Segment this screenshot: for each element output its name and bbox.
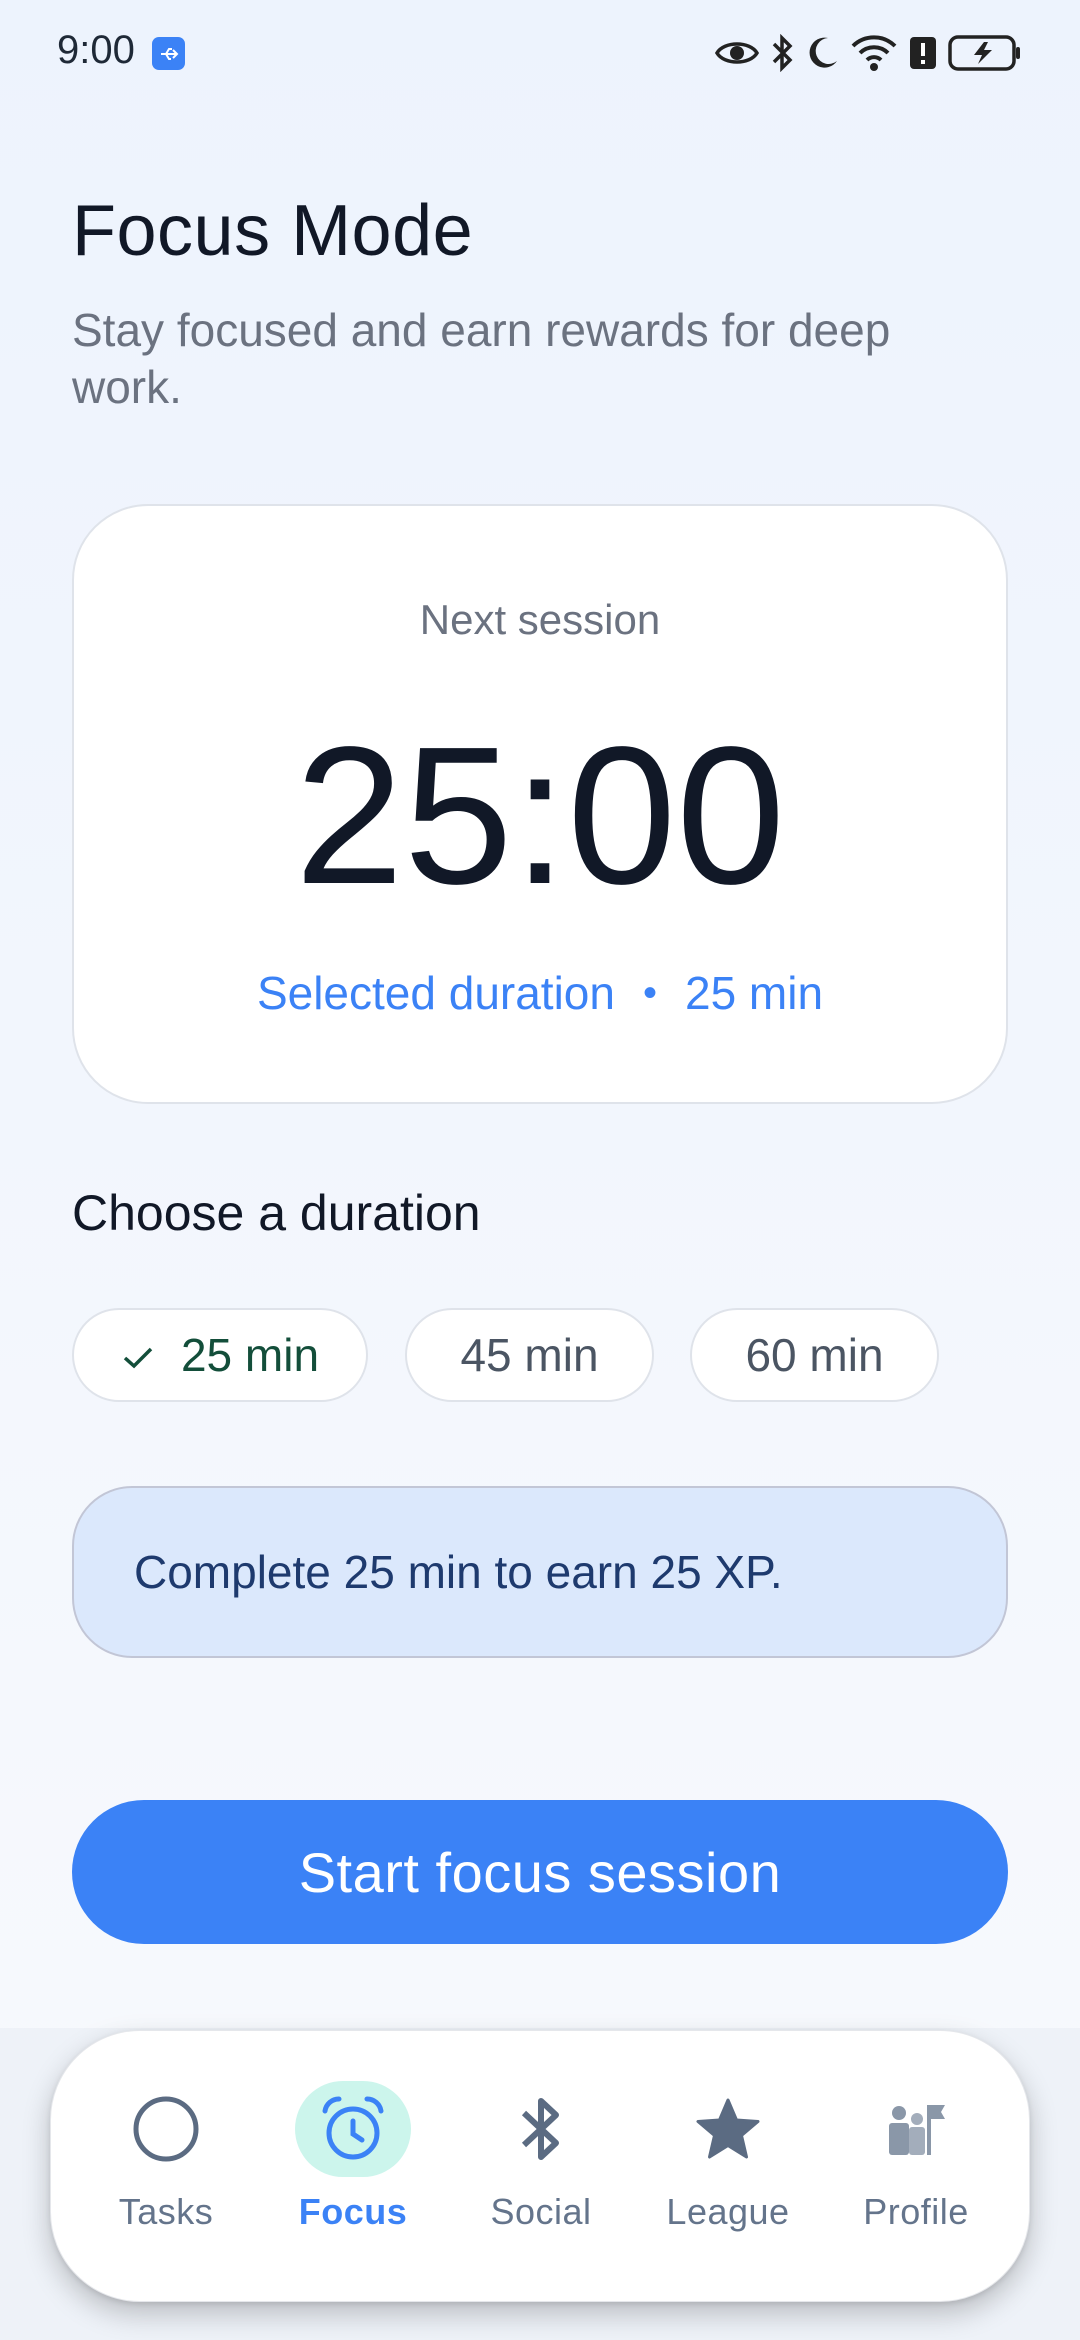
moon-icon [806,35,840,71]
selected-duration-value: 25 min [684,967,824,1019]
nav-item-league[interactable]: League [648,2031,808,2303]
duration-heading: Choose a duration [72,1185,481,1241]
page-title: Focus Mode [72,191,474,271]
nav-label-focus: Focus [298,2191,408,2232]
selected-duration-label: Selected duration [256,967,615,1019]
duration-chip-label: 25 min [180,1329,320,1381]
bluetooth-icon [770,34,796,72]
session-label: Next session [419,596,661,643]
alert-icon [908,35,938,71]
nav-label-tasks: Tasks [118,2191,214,2232]
wifi-icon [850,34,898,72]
session-timer: 25:00 [294,706,786,925]
duration-chip-label: 45 min [460,1329,599,1381]
nav-item-profile[interactable]: Profile [836,2031,996,2303]
duration-chip-45[interactable]: 45 min [405,1308,654,1402]
nav-label-social: Social [490,2191,592,2232]
star-icon [670,2081,786,2177]
circle-icon [108,2081,224,2177]
duration-chip-60[interactable]: 60 min [690,1308,939,1402]
start-focus-label: Start focus session [298,1840,782,1904]
status-bar: 9:00 [0,0,1080,100]
xp-reward-banner: Complete 25 min to earn 25 XP. [72,1486,1008,1658]
duration-chip-25[interactable]: 25 min [72,1308,368,1402]
check-icon [121,1328,155,1382]
nav-label-league: League [666,2191,790,2232]
usb-icon [152,37,185,70]
session-card: Next session 25:00 Selected duration • 2… [72,504,1008,1104]
nav-item-focus[interactable]: Focus [273,2031,433,2303]
alarm-clock-icon [295,2081,411,2177]
nav-label-profile: Profile [863,2191,969,2232]
battery-charging-icon [948,34,1022,72]
bottom-nav: Tasks Focus Social League Profile [50,2030,1030,2302]
eye-icon [714,36,760,70]
duration-chip-label: 60 min [745,1329,884,1381]
bluetooth-icon [483,2081,599,2177]
status-time: 9:00 [57,28,135,72]
start-focus-button[interactable]: Start focus session [72,1800,1008,1944]
nav-item-tasks[interactable]: Tasks [86,2031,246,2303]
page-subtitle: Stay focused and earn rewards for deep w… [72,304,891,413]
selected-duration: Selected duration • 25 min [74,966,1006,1020]
xp-reward-text: Complete 25 min to earn 25 XP. [134,1546,783,1598]
people-flag-icon [858,2081,974,2177]
separator-dot: • [642,970,657,1015]
nav-item-social[interactable]: Social [461,2031,621,2303]
